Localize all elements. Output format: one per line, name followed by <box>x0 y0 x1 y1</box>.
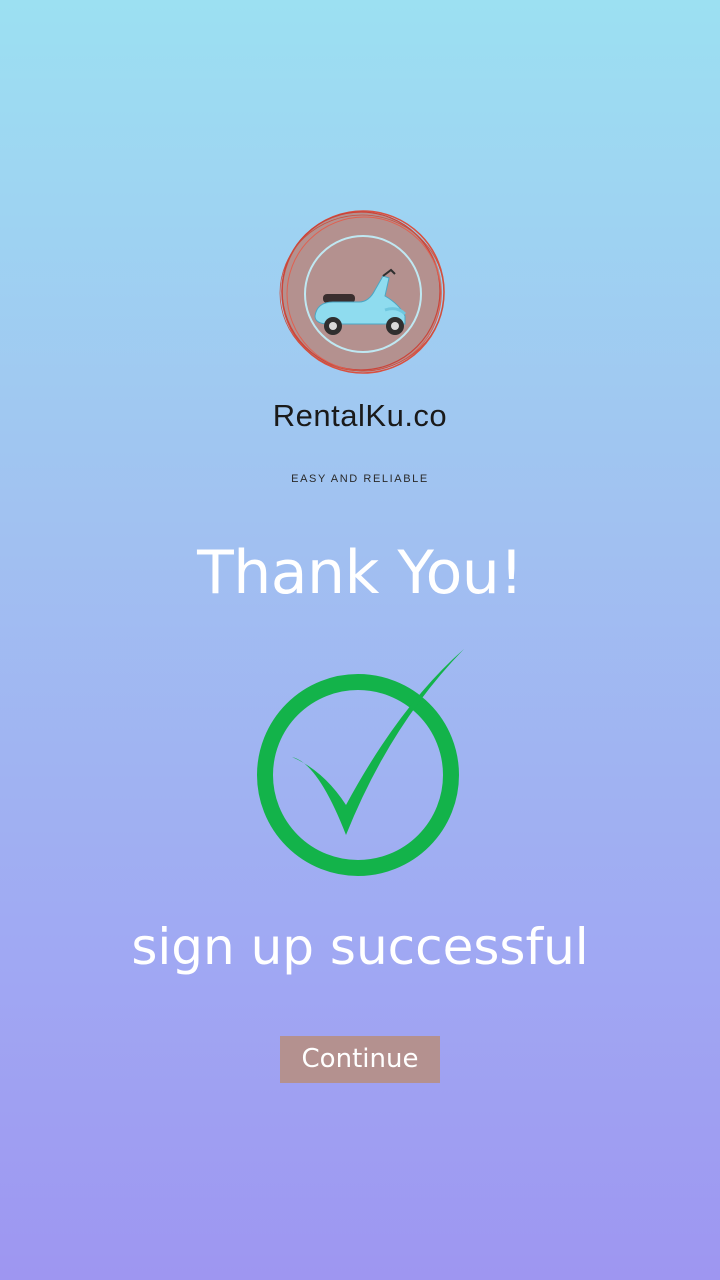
brand-tagline: EASY AND RELIABLE <box>291 473 429 485</box>
success-message: sign up successful <box>131 918 589 976</box>
scooter-icon <box>279 210 445 374</box>
brand-name: RentalKu.co <box>272 398 448 433</box>
check-circle-icon <box>250 645 470 885</box>
app-logo <box>277 210 447 380</box>
continue-button[interactable]: Continue <box>280 1036 440 1083</box>
thank-you-heading: Thank You! <box>197 538 523 608</box>
